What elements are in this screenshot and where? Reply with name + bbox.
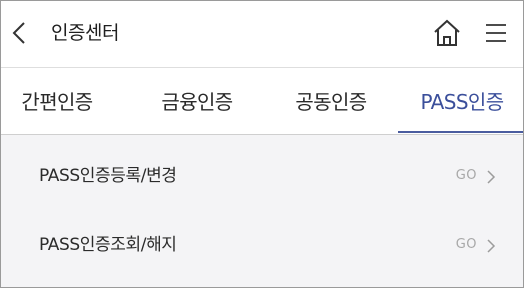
- list-item-pass-inquiry[interactable]: PASS인증조회/해지 GO: [1, 210, 523, 280]
- list-item-label: PASS인증등록/변경: [39, 166, 177, 186]
- home-button[interactable]: [431, 18, 463, 48]
- app-frame: 인증센터 간편인증 금융인증 공동인증 PASS인증 PASS인증등록/변경 G…: [0, 0, 524, 288]
- pass-menu-list: PASS인증등록/변경 GO PASS인증조회/해지 GO: [1, 135, 523, 287]
- hamburger-menu-icon: [486, 24, 506, 42]
- list-item-pass-register[interactable]: PASS인증등록/변경 GO: [1, 141, 523, 211]
- tab-joint-auth[interactable]: 공동인증: [275, 68, 387, 134]
- top-header: 인증센터: [1, 1, 523, 68]
- tab-simple-auth[interactable]: 간편인증: [1, 68, 113, 134]
- auth-tab-bar: 간편인증 금융인증 공동인증 PASS인증: [1, 68, 523, 135]
- chevron-left-icon: [12, 22, 25, 44]
- tab-financial-auth[interactable]: 금융인증: [141, 68, 253, 134]
- list-item-label: PASS인증조회/해지: [39, 235, 177, 255]
- active-tab-indicator: [398, 131, 523, 133]
- tab-pass-auth[interactable]: PASS인증: [401, 68, 523, 134]
- page-title: 인증센터: [51, 22, 119, 44]
- back-button[interactable]: [7, 18, 35, 48]
- go-label: GO: [455, 237, 477, 252]
- go-label: GO: [455, 168, 477, 183]
- chevron-right-icon: [487, 239, 496, 253]
- menu-button[interactable]: [483, 20, 509, 46]
- home-icon: [434, 19, 460, 46]
- chevron-right-icon: [487, 170, 496, 184]
